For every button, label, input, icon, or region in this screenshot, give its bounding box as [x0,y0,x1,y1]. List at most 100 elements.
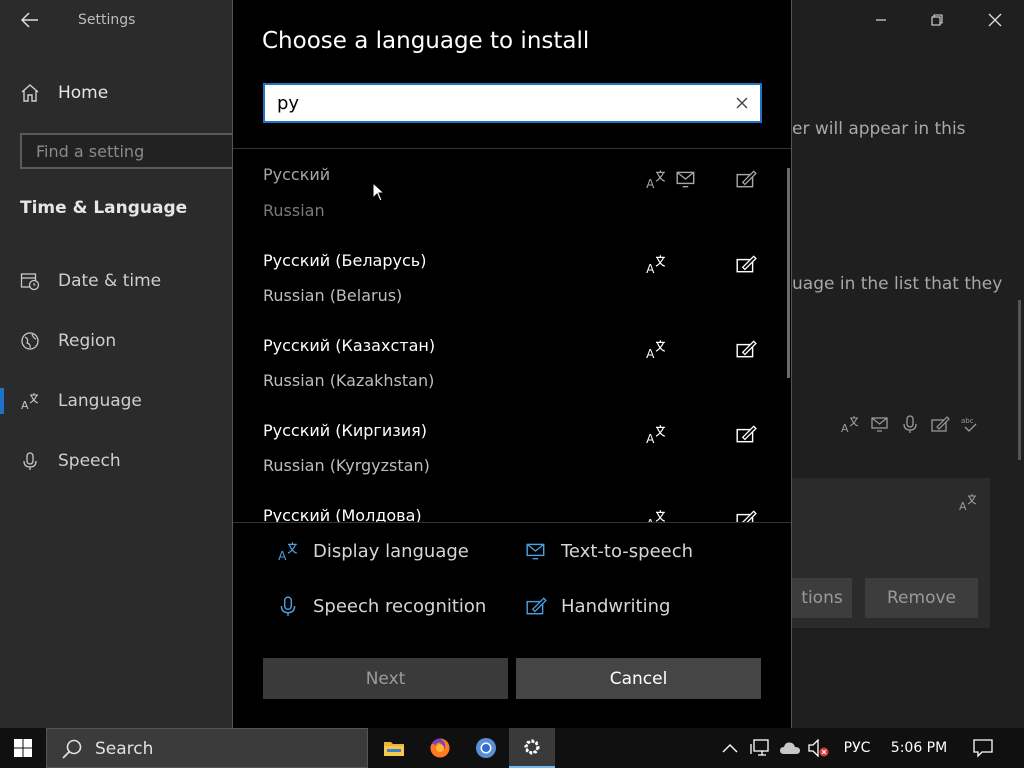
language-native-name: Русский [263,165,331,184]
chromium-icon [476,738,496,758]
cancel-button[interactable]: Cancel [516,658,761,699]
display-language-icon: A [646,510,665,522]
display-language-icon: A [646,170,665,190]
display-language-icon: A [646,255,665,275]
language-item-russian-kazakhstan[interactable]: Русский (Казахстан) Russian (Kazakhstan)… [233,320,785,405]
settings-scrollbar[interactable] [1018,300,1021,460]
clock-button[interactable]: 5:06 PM [884,728,954,768]
language-item-russian-moldova[interactable]: Русский (Молдова) A [233,490,785,522]
find-setting-placeholder: Find a setting [36,142,145,161]
text-to-speech-icon [871,417,888,432]
next-label: Next [365,668,406,689]
handwriting-icon [736,340,757,358]
nav-item-language[interactable]: A Language [20,388,142,414]
handwriting-icon [736,255,757,273]
maximize-button[interactable] [914,5,960,35]
language-search-box[interactable] [263,83,762,123]
language-icon: A [21,393,39,411]
display-language-icon: A [959,494,977,512]
options-label: tions [801,588,843,608]
next-button[interactable]: Next [263,658,508,699]
taskbar-file-explorer[interactable] [371,728,417,768]
svg-text:A: A [959,500,967,512]
remove-button[interactable]: Remove [865,578,978,618]
cancel-label: Cancel [609,668,668,689]
back-button[interactable] [12,6,48,34]
legend-handwriting: Handwriting [525,595,670,617]
nav-label-language: Language [58,391,142,411]
close-button[interactable] [972,5,1018,35]
chevron-up-icon [722,744,738,753]
taskbar-search-label: Search [95,739,154,759]
language-native-name: Русский (Беларусь) [263,251,427,270]
taskbar-chromium[interactable] [463,728,509,768]
handwriting-icon [736,170,757,188]
network-tray-button[interactable] [746,728,774,768]
legend-display-language: A Display language [277,540,469,563]
action-center-button[interactable] [962,728,1004,768]
onedrive-tray-button[interactable] [776,728,804,768]
mouse-cursor-icon [372,182,386,202]
microphone-icon [23,452,37,470]
options-button[interactable]: tions [792,578,852,618]
list-top-divider [233,148,791,149]
handwriting-icon [736,510,757,522]
nav-item-speech[interactable]: Speech [20,448,121,474]
language-item-russian-kyrgyzstan[interactable]: Русский (Киргизия) Russian (Kyrgyzstan) … [233,405,785,490]
calendar-clock-icon [20,273,40,291]
taskbar: Search РУС 5:06 PM [0,728,1024,768]
speech-recognition-icon [903,415,917,433]
handwriting-icon [526,597,547,615]
clear-icon [736,97,748,109]
show-hidden-icons-button[interactable] [716,728,744,768]
language-native-name: Русский (Молдова) [263,506,422,522]
input-language-button[interactable]: РУС [836,728,878,768]
globe-icon [21,332,39,350]
handwriting-icon [931,416,950,432]
language-search-input[interactable] [277,92,717,114]
language-english-name: Russian (Kyrgyzstan) [263,456,430,475]
background-description-2: uage in the list that they [792,274,1003,294]
svg-text:A: A [841,422,849,435]
language-native-name: Русский (Киргизия) [263,421,427,440]
cloud-icon [780,742,800,754]
volume-muted-icon [808,739,829,757]
nav-item-date-time[interactable]: Date & time [20,268,161,294]
microphone-icon [280,596,296,616]
clear-search-button[interactable] [732,93,752,113]
home-nav-item[interactable]: Home [20,80,108,106]
remove-label: Remove [887,588,956,608]
firefox-icon [430,738,450,758]
close-icon [988,13,1002,27]
language-english-name: Russian (Belarus) [263,286,403,305]
restore-icon [931,14,943,26]
legend-handwriting-label: Handwriting [561,595,671,617]
legend-text-to-speech: Text-to-speech [525,540,693,562]
language-english-name: Russian [263,201,325,220]
taskbar-firefox[interactable] [417,728,463,768]
legend-text-to-speech-label: Text-to-speech [561,540,694,562]
language-list-scrollbar[interactable] [787,168,790,378]
back-arrow-icon [21,12,38,28]
taskbar-search-box[interactable]: Search [46,728,368,768]
nav-label-speech: Speech [58,451,121,471]
input-language-label: РУС [843,740,871,756]
home-label: Home [58,83,109,103]
gear-icon [524,739,540,755]
folder-icon [384,742,404,756]
minimize-button[interactable] [858,5,904,35]
legend-speech-recognition-label: Speech recognition [313,595,487,617]
start-button[interactable] [0,728,46,768]
volume-tray-button[interactable] [806,728,832,768]
language-item-russian[interactable]: Русский Russian A [233,150,785,235]
display-language-icon: A [841,416,859,435]
notifications-icon [973,739,993,758]
nav-item-region[interactable]: Region [20,328,116,354]
find-setting-input[interactable]: Find a setting [20,133,250,169]
language-item-russian-belarus[interactable]: Русский (Беларусь) Russian (Belarus) A [233,235,785,320]
nav-selection-indicator [0,388,4,414]
taskbar-settings[interactable] [509,728,555,768]
nav-label-region: Region [58,331,117,351]
section-title: Time & Language [20,198,188,218]
choose-language-dialog: Choose a language to install Русский Rus… [232,0,792,729]
